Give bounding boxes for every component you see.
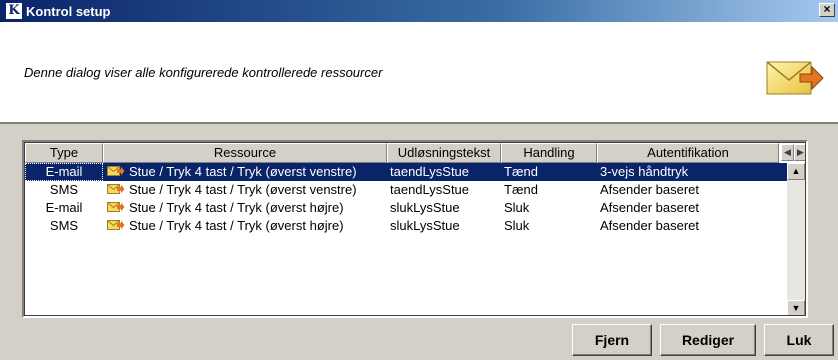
- remove-button[interactable]: Fjern: [572, 324, 652, 356]
- column-header-action[interactable]: Handling: [501, 143, 597, 163]
- close-button[interactable]: Luk: [764, 324, 834, 356]
- envelope-arrow-icon: [107, 184, 125, 194]
- cell-resource: Stue / Tryk 4 tast / Tryk (øverst venstr…: [103, 163, 387, 181]
- table-row[interactable]: SMS Stue / Tryk 4 tast / Tryk (øverst ve…: [25, 181, 787, 199]
- table-body: E-mail Stue / Tryk 4 tast / Tryk (øverst…: [25, 163, 787, 235]
- resource-label: Stue / Tryk 4 tast / Tryk (øverst venstr…: [129, 182, 357, 197]
- cell-authentication: Afsender baseret: [600, 182, 700, 197]
- resources-table: Type Ressource Udløsningstekst Handling …: [22, 140, 808, 318]
- column-header-trigger-text[interactable]: Udløsningstekst: [387, 143, 501, 163]
- envelope-arrow-icon: [107, 220, 125, 230]
- cell-action: Tænd: [504, 164, 538, 179]
- cell-type: SMS: [49, 182, 79, 197]
- horizontal-scroll-arrows: ◀ ▶: [781, 144, 805, 161]
- column-header-type[interactable]: Type: [25, 143, 103, 163]
- scroll-down-arrow-icon[interactable]: ▼: [787, 300, 805, 315]
- cell-trigger-text: taendLysStue: [390, 164, 470, 179]
- cell-authentication: Afsender baseret: [600, 218, 700, 233]
- cell-authentication: 3-vejs håndtryk: [600, 164, 689, 179]
- table-row[interactable]: E-mail Stue / Tryk 4 tast / Tryk (øverst…: [25, 163, 787, 181]
- cell-resource: Stue / Tryk 4 tast / Tryk (øverst højre): [103, 199, 387, 217]
- cell-trigger-text: taendLysStue: [390, 182, 470, 197]
- cell-type: E-mail: [45, 200, 83, 215]
- column-header-authentication[interactable]: Autentifikation: [597, 143, 779, 163]
- cell-type: SMS: [49, 218, 79, 233]
- close-window-button[interactable]: ×: [819, 3, 835, 17]
- dialog-window: K Kontrol setup × Denne dialog viser all…: [0, 0, 838, 360]
- cell-trigger-text: slukLysStue: [390, 218, 460, 233]
- title-bar[interactable]: K Kontrol setup ×: [0, 0, 838, 22]
- envelope-arrow-icon: [107, 166, 125, 176]
- envelope-arrow-icon: [107, 202, 125, 212]
- edit-button[interactable]: Rediger: [660, 324, 756, 356]
- cell-resource: Stue / Tryk 4 tast / Tryk (øverst højre): [103, 217, 387, 235]
- cell-action: Sluk: [504, 200, 530, 215]
- resource-label: Stue / Tryk 4 tast / Tryk (øverst højre): [129, 218, 344, 233]
- scroll-up-arrow-icon[interactable]: ▲: [787, 163, 805, 180]
- cell-resource: Stue / Tryk 4 tast / Tryk (øverst venstr…: [103, 181, 387, 199]
- envelope-arrow-icon: [766, 61, 824, 95]
- cell-action: Sluk: [504, 218, 530, 233]
- table-row[interactable]: E-mail Stue / Tryk 4 tast / Tryk (øverst…: [25, 199, 787, 217]
- app-logo-icon: K: [6, 3, 22, 19]
- scroll-right-arrow-icon[interactable]: ▶: [794, 144, 805, 161]
- scroll-left-arrow-icon[interactable]: ◀: [781, 144, 794, 161]
- cell-type: E-mail: [25, 163, 103, 181]
- window-title: Kontrol setup: [26, 3, 111, 19]
- header-description: Denne dialog viser alle konfigurerede ko…: [24, 65, 383, 80]
- table-row[interactable]: SMS Stue / Tryk 4 tast / Tryk (øverst hø…: [25, 217, 787, 235]
- cell-authentication: Afsender baseret: [600, 200, 700, 215]
- column-header-resource[interactable]: Ressource: [103, 143, 387, 163]
- resource-label: Stue / Tryk 4 tast / Tryk (øverst venstr…: [129, 164, 357, 179]
- cell-trigger-text: slukLysStue: [390, 200, 460, 215]
- vertical-scrollbar[interactable]: ▲ ▼: [787, 163, 805, 315]
- resource-label: Stue / Tryk 4 tast / Tryk (øverst højre): [129, 200, 344, 215]
- dialog-header: Denne dialog viser alle konfigurerede ko…: [0, 22, 838, 124]
- cell-action: Tænd: [504, 182, 538, 197]
- table-header: Type Ressource Udløsningstekst Handling …: [25, 143, 805, 163]
